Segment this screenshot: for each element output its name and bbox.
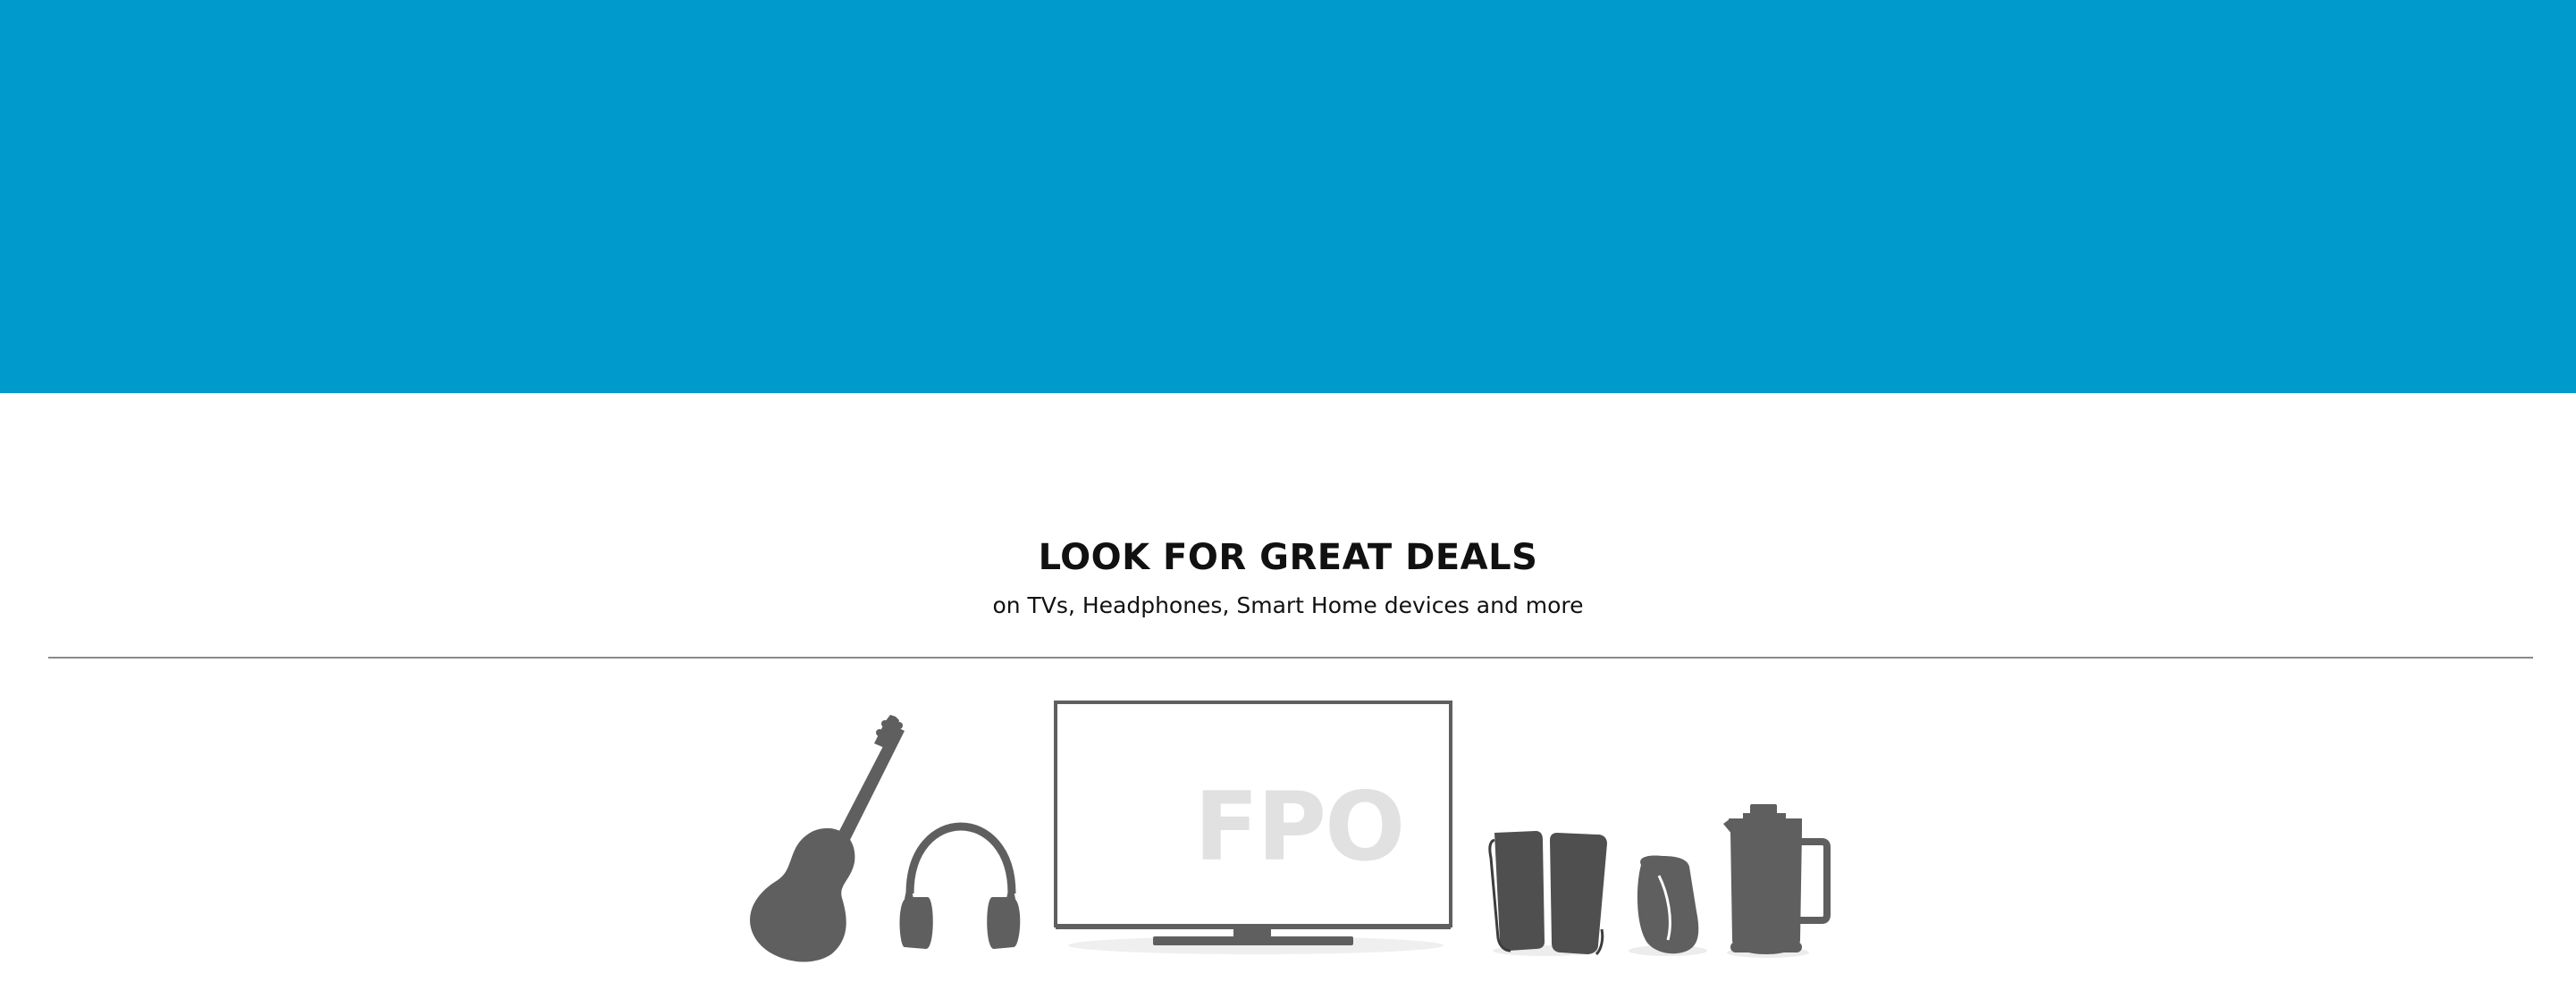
french-press-icon <box>1723 804 1831 958</box>
fitness-band-icon <box>1629 855 1707 956</box>
speakers-icon <box>1488 831 1607 956</box>
guitar-icon <box>750 715 905 962</box>
headphones-icon <box>899 822 1021 949</box>
tv-screen-placeholder-text: FPO <box>1194 772 1405 882</box>
page: LOOK FOR GREAT DEALS on TVs, Headphones,… <box>0 0 2576 1007</box>
